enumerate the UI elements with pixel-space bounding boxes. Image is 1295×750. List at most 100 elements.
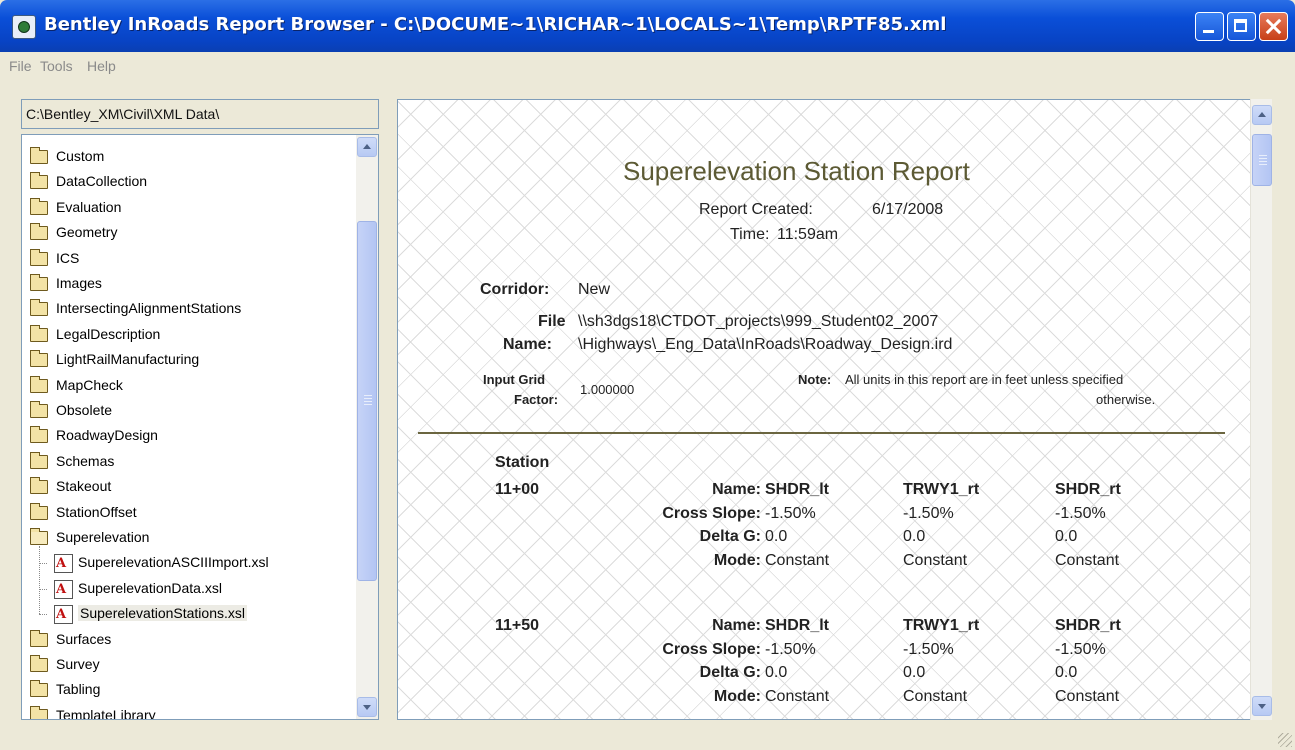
report-time-value: 11:59am [777,226,839,243]
tree-item-label: Schemas [56,452,115,469]
report-view[interactable]: Superelevation Station Report Report Cre… [397,99,1270,720]
cell-mode: Constant [903,687,968,705]
file-name-label-line1: File [538,313,566,330]
grid-factor-label-line2: Factor: [514,392,559,407]
tree-scroll-thumb[interactable] [357,221,377,581]
row-label: Name: [712,481,761,498]
tree-item-label: SuperelevationStations.xsl [78,605,247,622]
xsl-file-icon: A [54,605,73,625]
row-label: Cross Slope: [662,504,761,522]
cell-name: SHDR_lt [765,481,830,498]
row-label: Delta G: [699,528,761,545]
folder-icon [30,401,48,418]
cell-cross-slope: -1.50% [1055,504,1106,522]
report-time-label: Time: [730,226,770,243]
report-scroll-down-icon[interactable] [1252,696,1272,716]
tree-scroll-down-icon[interactable] [357,697,377,717]
report-created-value: 6/17/2008 [872,201,944,218]
row-label: Delta G: [699,664,761,681]
grid-factor-value: 1.000000 [580,382,635,397]
report-scroll-thumb[interactable] [1252,134,1272,186]
cell-mode: Constant [765,551,830,569]
folder-path-field[interactable]: C:\Bentley_XM\Civil\XML Data\ [21,99,379,129]
cell-cross-slope: -1.50% [903,640,954,658]
row-label: Name: [712,617,761,634]
cell-cross-slope: -1.50% [903,504,954,522]
folder-icon [30,324,48,342]
title-bar[interactable]: Bentley InRoads Report Browser - C:\DOCU… [0,0,1295,52]
folder-icon [30,477,48,495]
report-scrollbar[interactable] [1250,99,1272,720]
app-icon[interactable] [12,15,36,39]
tree-item-label: SuperelevationData.xsl [78,579,222,596]
folder-icon [30,426,48,444]
folder-icon [30,299,48,317]
row-label: Mode: [713,551,761,569]
close-button[interactable] [1259,12,1288,41]
tree-connector [39,588,47,590]
tree-scroll-up-icon[interactable] [357,137,377,157]
tree-item-label: LightRailManufacturing [56,351,200,368]
tree-item-label: Custom [56,148,105,164]
cell-mode: Constant [903,551,968,569]
section-divider [418,432,1225,434]
tree-connector [39,563,47,565]
cell-mode: Constant [1055,551,1120,569]
tree-item-label: MapCheck [56,376,123,393]
note-text-line1: All units in this report are in feet unl… [845,372,1124,387]
row-label: Mode: [713,687,761,705]
resize-grip-icon[interactable] [1278,733,1292,747]
tree-item-label: Superelevation [56,529,150,545]
row-label: Cross Slope: [662,640,761,658]
tree-item-label: Survey [56,656,100,672]
tree-item-label: StationOffset [56,503,137,520]
report-browser-window: Bentley InRoads Report Browser - C:\DOCU… [0,0,1295,750]
folder-icon [30,197,48,215]
station-value: 11+00 [495,481,540,498]
menu-tools[interactable]: Tools [40,58,73,74]
cell-cross-slope: -1.50% [765,504,816,522]
tree-item-label: Tabling [56,681,101,698]
folder-icon [30,350,48,368]
station-column-header: Station [495,454,550,471]
file-name-value-line2: \Highways\_Eng_Data\InRoads\Roadway_Desi… [578,336,953,353]
tree-item-label: Surfaces [56,630,112,647]
maximize-button[interactable] [1227,12,1256,41]
folder-icon [30,147,48,164]
report-scroll-up-icon[interactable] [1252,105,1272,125]
cell-name: SHDR_rt [1055,481,1121,498]
folder-icon [30,680,48,698]
cell-delta-g: 0.0 [1055,664,1078,681]
note-label: Note: [798,372,832,387]
menu-file[interactable]: File [9,58,32,74]
folder-icon [30,451,48,469]
folder-icon [30,655,48,672]
menu-help[interactable]: Help [87,58,116,74]
corridor-value: New [578,281,611,298]
cell-delta-g: 0.0 [903,664,926,681]
tree-item-label: ICS [56,249,80,266]
tree-item-label: Geometry [56,224,118,241]
tree-item-label: Images [56,275,102,291]
tree-item-label: Evaluation [56,198,122,215]
cell-name: SHDR_rt [1055,617,1121,634]
tree-item-label: LegalDescription [56,325,161,342]
cell-name: SHDR_lt [765,617,830,634]
tree-connector [39,614,47,616]
minimize-button[interactable] [1195,12,1224,41]
tree-scrollbar[interactable] [356,135,378,719]
tree-item-label: Stakeout [56,478,112,495]
folder-icon [30,502,48,520]
folder-tree[interactable]: Custom DataCollection Evaluation Geometry IC… [21,134,379,720]
tree-item-label: IntersectingAlignmentStations [56,300,242,317]
folder-icon [30,172,48,190]
tree-item-label: SuperelevationASCIIImport.xsl [78,554,269,571]
tree-item-label: DataCollection [56,173,148,190]
folder-icon [30,274,48,291]
folder-icon [30,223,48,241]
folder-icon [30,248,48,266]
cell-cross-slope: -1.50% [1055,640,1106,658]
cell-mode: Constant [765,687,830,705]
cell-name: TRWY1_rt [903,481,980,498]
xsl-file-icon: A [54,579,73,599]
